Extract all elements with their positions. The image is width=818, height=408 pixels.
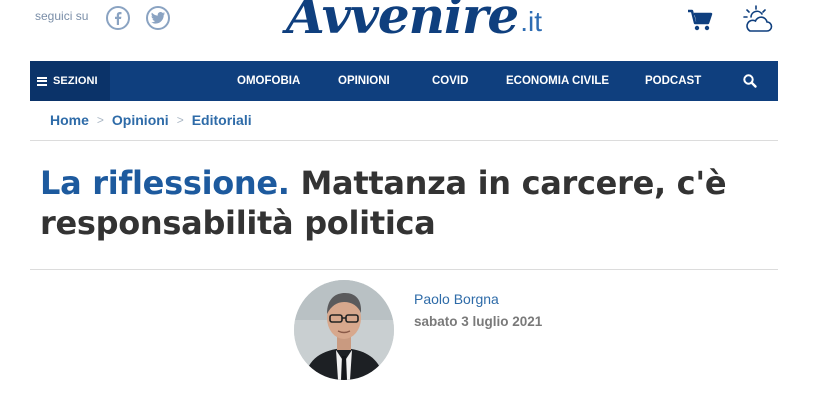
twitter-icon[interactable] [146, 6, 170, 30]
facebook-icon[interactable] [106, 6, 130, 30]
weather-icon[interactable] [742, 4, 774, 36]
breadcrumb-editoriali[interactable]: Editoriali [192, 112, 252, 128]
author-name[interactable]: Paolo Borgna [414, 291, 499, 307]
logo-suffix: .it [520, 6, 542, 37]
hamburger-icon [37, 76, 47, 86]
site-logo[interactable]: Avvenire .it [286, 0, 542, 42]
search-icon[interactable] [742, 73, 758, 89]
follow-label: seguici su [35, 9, 89, 23]
article-kicker: La riflessione. [40, 164, 290, 202]
nav-item-podcast[interactable]: PODCAST [645, 61, 701, 101]
nav-item-opinioni[interactable]: OPINIONI [338, 61, 390, 101]
sections-menu-button[interactable]: SEZIONI [30, 61, 110, 101]
breadcrumb-separator: > [96, 113, 104, 127]
logo-wordmark: Avvenire [286, 0, 519, 45]
breadcrumb-separator: > [176, 113, 184, 127]
breadcrumb-opinioni[interactable]: Opinioni [112, 112, 169, 128]
breadcrumb: Home > Opinioni > Editoriali [50, 110, 252, 130]
author-avatar [294, 280, 394, 380]
top-bar: seguici su Avvenire .it [0, 0, 818, 60]
main-nav: SEZIONI OMOFOBIA OPINIONI COVID ECONOMIA… [30, 61, 778, 101]
sections-label: SEZIONI [53, 75, 98, 87]
nav-item-omofobia[interactable]: OMOFOBIA [237, 61, 300, 101]
breadcrumb-home[interactable]: Home [50, 112, 89, 128]
article-title: La riflessione. Mattanza in carcere, c'è… [40, 163, 760, 243]
divider [30, 140, 778, 141]
publish-date: sabato 3 luglio 2021 [414, 314, 543, 329]
nav-item-covid[interactable]: COVID [432, 61, 468, 101]
cart-icon[interactable] [686, 6, 714, 34]
divider [30, 269, 778, 270]
nav-item-economia-civile[interactable]: ECONOMIA CIVILE [506, 61, 609, 101]
